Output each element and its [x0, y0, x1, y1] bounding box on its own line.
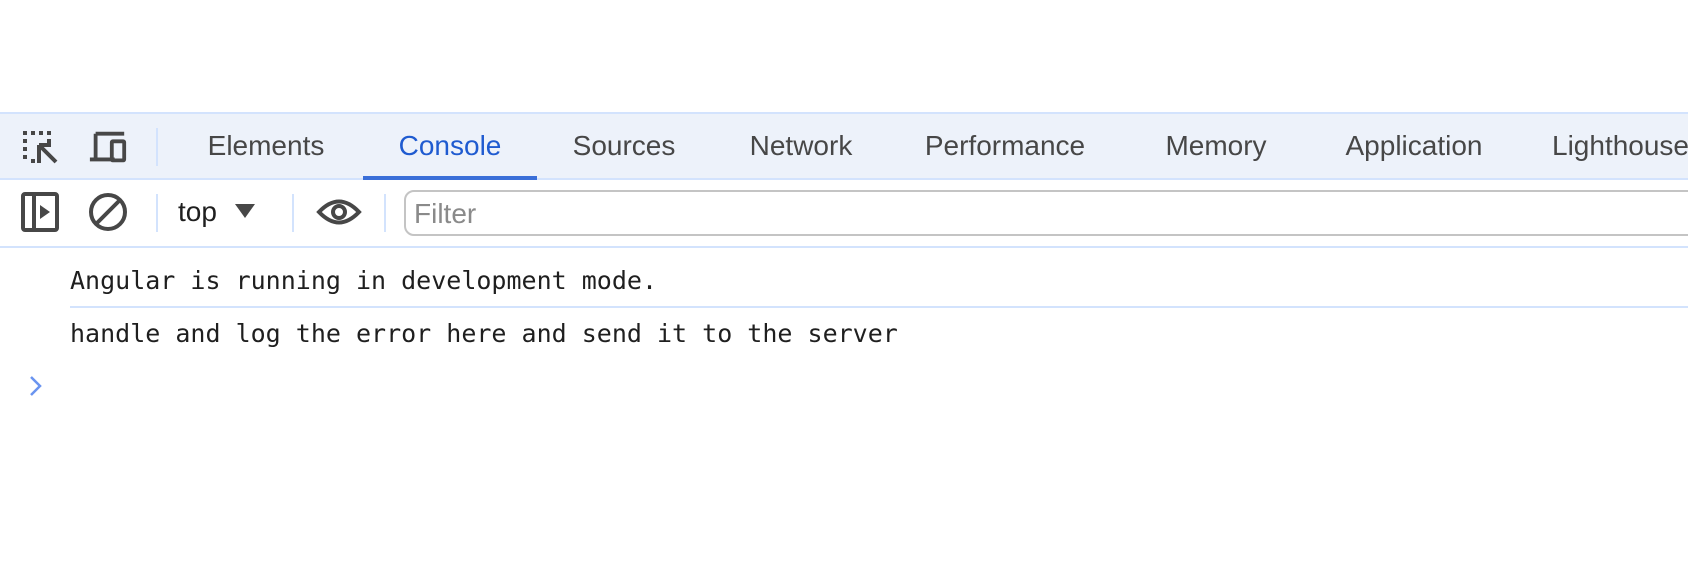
tab-label: Application: [1345, 130, 1483, 161]
toolbar-divider: [292, 194, 294, 232]
tab-lighthouse[interactable]: Lighthouse: [1530, 114, 1688, 178]
tab-label: Network: [749, 130, 853, 161]
tab-label: Console: [398, 130, 502, 161]
filter-input[interactable]: [414, 196, 1688, 232]
tab-sources[interactable]: Sources: [546, 114, 702, 178]
toolbar-divider: [156, 194, 158, 232]
console-toolbar: top: [0, 180, 1688, 248]
tab-label: Elements: [207, 130, 325, 161]
clear-console-icon[interactable]: [88, 192, 128, 232]
tab-elements[interactable]: Elements: [178, 114, 354, 178]
page-blank-area: [0, 0, 1688, 112]
triangle-down-icon: [234, 204, 255, 218]
message-divider: [70, 306, 1688, 308]
tab-network[interactable]: Network: [718, 114, 884, 178]
context-selector[interactable]: top: [178, 190, 255, 234]
tab-performance[interactable]: Performance: [900, 114, 1110, 178]
context-selector-value: top: [178, 196, 217, 227]
inspect-element-icon[interactable]: [20, 128, 60, 168]
filter-input-box[interactable]: [404, 190, 1688, 236]
tab-label: Lighthouse: [1552, 130, 1688, 161]
tab-label: Memory: [1165, 130, 1267, 161]
console-message: Angular is running in development mode.: [70, 266, 657, 295]
toolbar-divider: [156, 128, 158, 166]
show-console-sidebar-icon[interactable]: [20, 192, 60, 232]
tab-label: Sources: [572, 130, 676, 161]
console-message: handle and log the error here and send i…: [70, 319, 898, 348]
tab-console[interactable]: Console: [363, 114, 537, 180]
chevron-right-icon: [30, 376, 42, 396]
tab-label: Performance: [924, 130, 1086, 161]
tab-memory[interactable]: Memory: [1146, 114, 1286, 178]
device-toolbar-icon[interactable]: [88, 128, 128, 168]
tab-application[interactable]: Application: [1320, 114, 1508, 178]
toolbar-divider: [384, 194, 386, 232]
devtools-tab-bar: Elements Console Sources Network Perform…: [0, 112, 1688, 180]
console-prompt[interactable]: [28, 374, 48, 404]
eye-icon[interactable]: [314, 192, 364, 232]
